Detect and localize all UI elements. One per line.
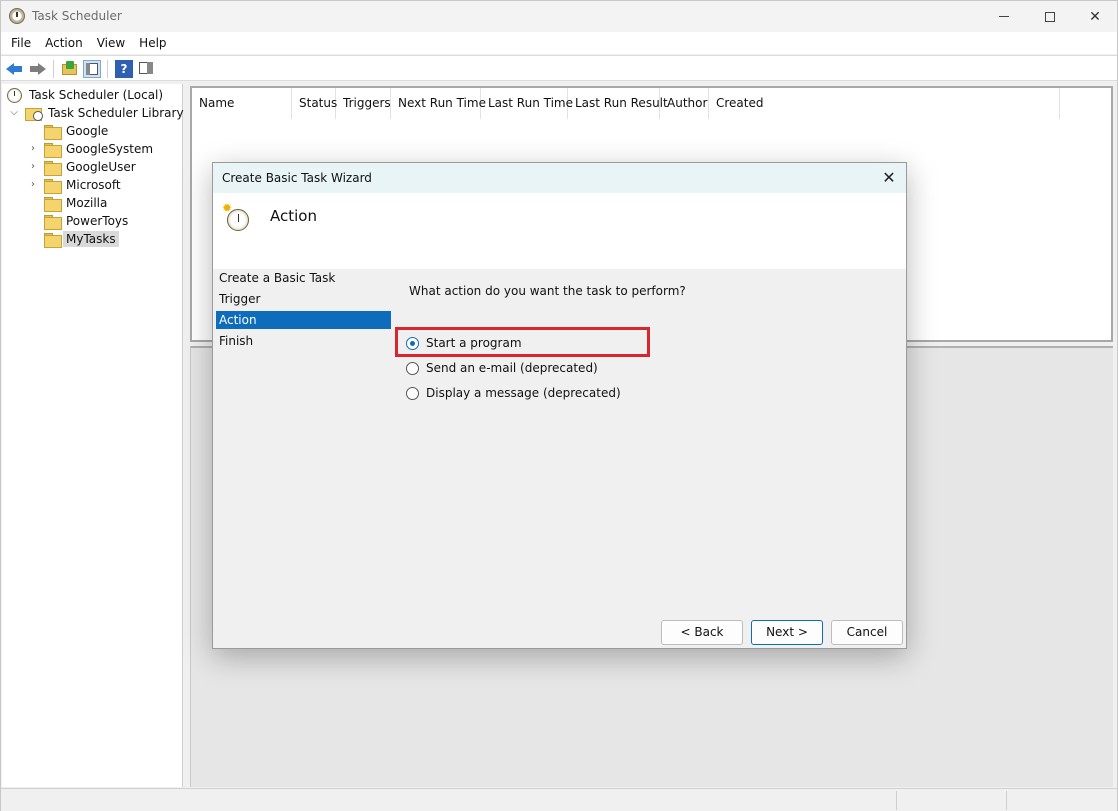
folder-icon <box>44 124 62 140</box>
window-title: Task Scheduler <box>32 9 122 23</box>
tree-item-label: GoogleUser <box>66 160 136 174</box>
option-label: Send an e-mail (deprecated) <box>426 361 598 375</box>
task-scheduler-clock-icon <box>9 8 25 24</box>
tree-item-root[interactable]: Task Scheduler (Local) <box>7 86 166 104</box>
dialog-close-button[interactable]: ✕ <box>878 167 900 189</box>
column-header-triggers[interactable]: Triggers <box>336 88 391 119</box>
chevron-down-icon[interactable]: ⌵ <box>9 108 19 118</box>
maximize-button[interactable] <box>1027 1 1073 32</box>
menu-bar: File Action View Help <box>1 32 1117 54</box>
forward-arrow-icon <box>38 63 46 75</box>
menu-view[interactable]: View <box>90 32 132 54</box>
step-finish: Finish <box>219 334 254 348</box>
column-header-last-run-time[interactable]: Last Run Time <box>481 88 573 119</box>
folder-icon <box>44 232 62 248</box>
step-trigger: Trigger <box>219 292 261 306</box>
clock-icon <box>7 87 22 103</box>
close-icon: ✕ <box>882 168 896 187</box>
toolbar-separator <box>107 60 108 78</box>
tree-item-label: Microsoft <box>66 178 121 192</box>
folder-icon <box>44 178 62 194</box>
tree-item-google[interactable]: Google <box>44 122 111 140</box>
radio-display-message[interactable] <box>406 386 419 400</box>
task-scheduler-window: Task Scheduler ✕ File Action View Help ? <box>0 0 1118 811</box>
folder-icon <box>44 142 62 158</box>
action-question: What action do you want the task to perf… <box>409 284 686 298</box>
tree-item-googlesystem[interactable]: › GoogleSystem <box>28 140 156 158</box>
column-header-status[interactable]: Status <box>292 88 337 119</box>
step-action: Action <box>216 311 391 329</box>
option-label: Display a message (deprecated) <box>426 386 621 400</box>
folder-icon <box>44 214 62 230</box>
tree-item-mozilla[interactable]: Mozilla <box>44 194 110 212</box>
tree-item-label: Task Scheduler Library <box>48 106 184 120</box>
close-icon: ✕ <box>1089 8 1101 25</box>
tree-item-powertoys[interactable]: PowerToys <box>44 212 131 230</box>
option-label: Start a program <box>426 336 522 350</box>
library-folder-icon <box>25 106 43 121</box>
option-display-message[interactable]: Display a message (deprecated) <box>406 383 621 403</box>
radio-send-email[interactable] <box>406 361 419 375</box>
help-icon: ? <box>120 62 128 76</box>
back-button[interactable] <box>6 60 24 78</box>
forward-button[interactable] <box>28 60 46 78</box>
create-basic-task-wizard: Create Basic Task Wizard ✕ ✹ Action Crea… <box>212 162 907 649</box>
toolbar-separator <box>53 60 54 78</box>
status-bar-cell <box>896 791 897 810</box>
close-window-button[interactable]: ✕ <box>1072 1 1118 32</box>
status-bar-cell <box>1006 791 1007 810</box>
maximize-icon <box>1045 11 1055 22</box>
column-header-author[interactable]: Author <box>660 88 709 119</box>
column-header-name[interactable]: Name <box>192 88 292 119</box>
dialog-title: Create Basic Task Wizard <box>222 171 372 185</box>
radio-start-program[interactable] <box>406 336 419 350</box>
menu-file[interactable]: File <box>1 32 38 54</box>
next-button[interactable]: Next > <box>751 620 823 645</box>
minimize-icon <box>999 16 1009 17</box>
task-list-header: Name Status Triggers Next Run Time Last … <box>192 88 1111 119</box>
wizard-step-title: Action <box>270 207 317 225</box>
chevron-right-icon[interactable]: › <box>28 144 38 154</box>
tree-item-label: PowerToys <box>66 214 129 228</box>
tree-item-googleuser[interactable]: › GoogleUser <box>28 158 139 176</box>
column-header-created[interactable]: Created <box>709 88 1060 119</box>
chevron-right-icon[interactable]: › <box>28 162 38 172</box>
tree-item-label: MyTasks <box>63 231 119 247</box>
show-hide-action-pane-button[interactable] <box>138 60 156 78</box>
show-hide-console-tree-button[interactable] <box>83 60 101 78</box>
dialog-title-bar: Create Basic Task Wizard ✕ <box>213 163 906 193</box>
step-create-basic-task: Create a Basic Task <box>219 271 336 285</box>
option-send-email[interactable]: Send an e-mail (deprecated) <box>406 358 598 378</box>
folder-icon <box>44 196 62 212</box>
back-button[interactable]: < Back <box>661 620 743 645</box>
tree-item-label: GoogleSystem <box>66 142 154 156</box>
cancel-button[interactable]: Cancel <box>831 620 903 645</box>
tree-item-label: Mozilla <box>66 196 108 210</box>
help-button[interactable]: ? <box>115 60 133 78</box>
tree-item-microsoft[interactable]: › Microsoft <box>28 176 124 194</box>
tree-item-mytasks[interactable]: MyTasks <box>44 230 119 248</box>
tree-item-label: Task Scheduler (Local) <box>29 88 164 102</box>
chevron-right-icon[interactable]: › <box>28 180 38 190</box>
console-tree: Task Scheduler (Local) ⌵ Task Scheduler … <box>2 84 184 787</box>
title-bar: Task Scheduler ✕ <box>1 1 1117 32</box>
option-start-program[interactable]: Start a program <box>406 333 522 353</box>
menu-action[interactable]: Action <box>38 32 90 54</box>
folder-icon <box>44 160 62 176</box>
column-header-last-run-result[interactable]: Last Run Result <box>568 88 668 119</box>
minimize-button[interactable] <box>981 1 1027 32</box>
toolbar: ? <box>1 55 1117 81</box>
up-folder-button[interactable] <box>61 60 79 78</box>
tree-item-library[interactable]: ⌵ Task Scheduler Library <box>9 104 187 122</box>
tree-item-label: Google <box>66 124 109 138</box>
wizard-steps: Create a Basic Task Trigger Action Finis… <box>216 269 391 353</box>
menu-help[interactable]: Help <box>132 32 173 54</box>
status-bar <box>1 788 1117 811</box>
column-header-next-run-time[interactable]: Next Run Time <box>391 88 486 119</box>
wizard-clock-icon: ✹ <box>222 202 250 231</box>
dialog-header: ✹ Action <box>213 193 906 269</box>
